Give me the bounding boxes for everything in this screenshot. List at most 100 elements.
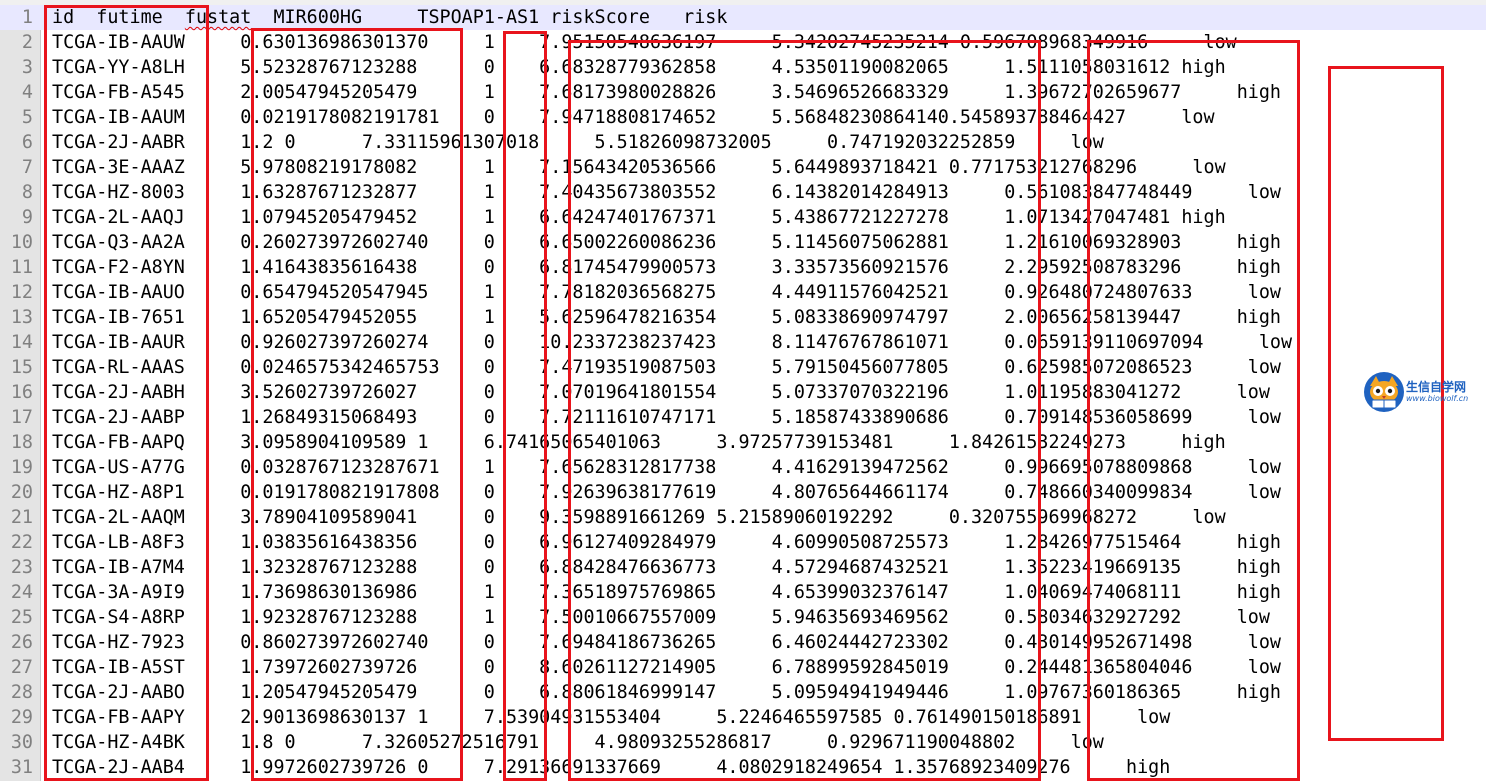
line-text: TCGA-2L-AAQM 3.78904109589041 0 9.359889… (52, 507, 1226, 528)
editor-line[interactable]: 4 TCGA-FB-A545 2.00547945205479 1 7.68173… (0, 80, 1486, 105)
spellcheck-flagged-word: fustat (184, 7, 252, 28)
line-text: TCGA-2L-AAQJ 1.07945205479452 1 6.642474… (52, 207, 1226, 228)
editor-line[interactable]: 6 TCGA-2J-AABR 1.2 0 7.33115961307018 5.5… (0, 130, 1486, 155)
line-number: 25 (10, 607, 33, 628)
editor-line[interactable]: 9 TCGA-2L-AAQJ 1.07945205479452 1 6.64247… (0, 205, 1486, 230)
editor-line[interactable]: 28 TCGA-2J-AABO 1.20547945205479 0 6.8806… (0, 680, 1486, 705)
line-number: 1 (21, 7, 33, 28)
watermark-logo: 生信自学网 www.biowolf.cn (1362, 370, 1484, 414)
line-text: TCGA-2J-AAB4 1.9972602739726 0 7.2913669… (52, 757, 1171, 778)
line-text: TCGA-2J-AABR 1.2 0 7.33115961307018 5.51… (52, 132, 1104, 153)
line-text: TCGA-US-A77G 0.0328767123287671 1 7.6562… (52, 457, 1282, 478)
line-text: TCGA-IB-AAUO 0.654794520547945 1 7.78182… (52, 282, 1282, 303)
line-text: TCGA-S4-A8RP 1.92328767123288 1 7.500106… (52, 607, 1270, 628)
line-text: TCGA-YY-A8LH 5.52328767123288 0 6.683287… (52, 57, 1226, 78)
editor-line[interactable]: 5 TCGA-IB-AAUM 0.0219178082191781 0 7.947… (0, 105, 1486, 130)
editor-line[interactable]: 16 TCGA-2J-AABH 3.52602739726027 0 7.0701… (0, 380, 1486, 405)
line-text: TCGA-LB-A8F3 1.03835616438356 0 6.961274… (52, 532, 1282, 553)
editor-line[interactable]: 2 TCGA-IB-AAUW 0.630136986301370 1 7.9515… (0, 30, 1486, 55)
header-suffix: MIR600HG TSPOAP1-AS1 riskScore risk (251, 7, 728, 28)
line-number: 2 (21, 32, 33, 53)
editor-line[interactable]: 31 TCGA-2J-AAB4 1.9972602739726 0 7.29136… (0, 755, 1486, 780)
watermark-title: 生信自学网 (1406, 380, 1467, 394)
editor-line[interactable]: 19 TCGA-US-A77G 0.0328767123287671 1 7.65… (0, 455, 1486, 480)
line-number: 10 (10, 232, 33, 253)
line-text: TCGA-HZ-A8P1 0.0191780821917808 0 7.9263… (52, 482, 1282, 503)
editor-line[interactable]: 24 TCGA-3A-A9I9 1.73698630136986 1 7.3651… (0, 580, 1486, 605)
line-number: 26 (10, 632, 33, 653)
line-number: 3 (21, 57, 33, 78)
line-text: TCGA-IB-7651 1.65205479452055 1 5.625964… (52, 307, 1282, 328)
line-number: 28 (10, 682, 33, 703)
line-number: 31 (10, 757, 33, 778)
line-text: TCGA-IB-AAUW 0.630136986301370 1 7.95150… (52, 32, 1237, 53)
line-number: 30 (10, 732, 33, 753)
line-number: 29 (10, 707, 33, 728)
line-number: 21 (10, 507, 33, 528)
line-text: TCGA-IB-AAUM 0.0219178082191781 0 7.9471… (52, 107, 1215, 128)
line-number: 15 (10, 357, 33, 378)
line-text: TCGA-HZ-A4BK 1.8 0 7.32605272516791 4.98… (52, 732, 1104, 753)
line-number: 5 (21, 107, 33, 128)
editor-line[interactable]: 25 TCGA-S4-A8RP 1.92328767123288 1 7.5001… (0, 605, 1486, 630)
editor-line[interactable]: 12 TCGA-IB-AAUO 0.654794520547945 1 7.781… (0, 280, 1486, 305)
editor-line[interactable]: 7 TCGA-3E-AAAZ 5.97808219178082 1 7.15643… (0, 155, 1486, 180)
line-text: TCGA-HZ-8003 1.63287671232877 1 7.404356… (52, 182, 1282, 203)
editor-line[interactable]: 1 id futime fustat MIR600HG TSPOAP1-AS1 r… (0, 5, 1486, 30)
editor-line[interactable]: 18 TCGA-FB-AAPQ 3.0958904109589 1 6.74165… (0, 430, 1486, 455)
line-text: id futime fustat MIR600HG TSPOAP1-AS1 ri… (52, 5, 727, 30)
editor-line[interactable]: 21 TCGA-2L-AAQM 3.78904109589041 0 9.3598… (0, 505, 1486, 530)
editor-line[interactable]: 22 TCGA-LB-A8F3 1.03835616438356 0 6.9612… (0, 530, 1486, 555)
editor-line[interactable]: 13 TCGA-IB-7651 1.65205479452055 1 5.6259… (0, 305, 1486, 330)
editor-line[interactable]: 26 TCGA-HZ-7923 0.860273972602740 0 7.694… (0, 630, 1486, 655)
line-text: TCGA-IB-A7M4 1.32328767123288 0 6.884284… (52, 557, 1282, 578)
line-number: 27 (10, 657, 33, 678)
line-text: TCGA-F2-A8YN 1.41643835616438 0 6.817454… (52, 257, 1282, 278)
line-number: 24 (10, 582, 33, 603)
line-number: 22 (10, 532, 33, 553)
watermark-url: www.biowolf.cn (1406, 394, 1469, 403)
line-text: TCGA-2J-AABH 3.52602739726027 0 7.070196… (52, 382, 1270, 403)
line-text: TCGA-3E-AAAZ 5.97808219178082 1 7.156434… (52, 157, 1226, 178)
editor-line[interactable]: 10 TCGA-Q3-AA2A 0.260273972602740 0 6.650… (0, 230, 1486, 255)
line-number: 19 (10, 457, 33, 478)
line-number: 18 (10, 432, 33, 453)
editor-line[interactable]: 30 TCGA-HZ-A4BK 1.8 0 7.32605272516791 4.… (0, 730, 1486, 755)
line-number: 4 (21, 82, 33, 103)
line-text: TCGA-Q3-AA2A 0.260273972602740 0 6.65002… (52, 232, 1282, 253)
line-text: TCGA-3A-A9I9 1.73698630136986 1 7.365189… (52, 582, 1282, 603)
editor-line[interactable]: 27 TCGA-IB-A5ST 1.73972602739726 0 8.6026… (0, 655, 1486, 680)
line-text: TCGA-FB-AAPQ 3.0958904109589 1 6.7416506… (52, 432, 1226, 453)
line-number: 20 (10, 482, 33, 503)
editor-line[interactable]: 20 TCGA-HZ-A8P1 0.0191780821917808 0 7.92… (0, 480, 1486, 505)
line-number: 7 (21, 157, 33, 178)
editor-line[interactable]: 17 TCGA-2J-AABP 1.26849315068493 0 7.7211… (0, 405, 1486, 430)
line-number: 11 (10, 257, 33, 278)
line-number: 23 (10, 557, 33, 578)
line-text: TCGA-FB-A545 2.00547945205479 1 7.681739… (52, 82, 1282, 103)
line-number: 8 (21, 182, 33, 203)
editor-line[interactable]: 8 TCGA-HZ-8003 1.63287671232877 1 7.40435… (0, 180, 1486, 205)
line-text: TCGA-2J-AABP 1.26849315068493 0 7.721116… (52, 407, 1282, 428)
line-number: 6 (21, 132, 33, 153)
line-text: TCGA-FB-AAPY 2.9013698630137 1 7.5390493… (52, 707, 1171, 728)
line-number: 16 (10, 382, 33, 403)
editor-line[interactable]: 14 TCGA-IB-AAUR 0.926027397260274 0 10.23… (0, 330, 1486, 355)
line-text: TCGA-2J-AABO 1.20547945205479 0 6.880618… (52, 682, 1282, 703)
line-text: TCGA-HZ-7923 0.860273972602740 0 7.69484… (52, 632, 1282, 653)
editor-line[interactable]: 15 TCGA-RL-AAAS 0.0246575342465753 0 7.47… (0, 355, 1486, 380)
line-number: 17 (10, 407, 33, 428)
editor-line[interactable]: 11 TCGA-F2-A8YN 1.41643835616438 0 6.8174… (0, 255, 1486, 280)
line-number: 12 (10, 282, 33, 303)
editor-line[interactable]: 23 TCGA-IB-A7M4 1.32328767123288 0 6.8842… (0, 555, 1486, 580)
editor-line[interactable]: 3 TCGA-YY-A8LH 5.52328767123288 0 6.68328… (0, 55, 1486, 80)
line-text: TCGA-RL-AAAS 0.0246575342465753 0 7.4719… (52, 357, 1282, 378)
line-number: 14 (10, 332, 33, 353)
owl-logo-icon (1364, 372, 1404, 412)
line-text: TCGA-IB-A5ST 1.73972602739726 0 8.602611… (52, 657, 1282, 678)
line-number: 13 (10, 307, 33, 328)
header-prefix: id futime (52, 7, 185, 28)
line-text: TCGA-IB-AAUR 0.926027397260274 0 10.2337… (52, 332, 1293, 353)
editor-line[interactable]: 29 TCGA-FB-AAPY 2.9013698630137 1 7.53904… (0, 705, 1486, 730)
line-number: 9 (21, 207, 33, 228)
